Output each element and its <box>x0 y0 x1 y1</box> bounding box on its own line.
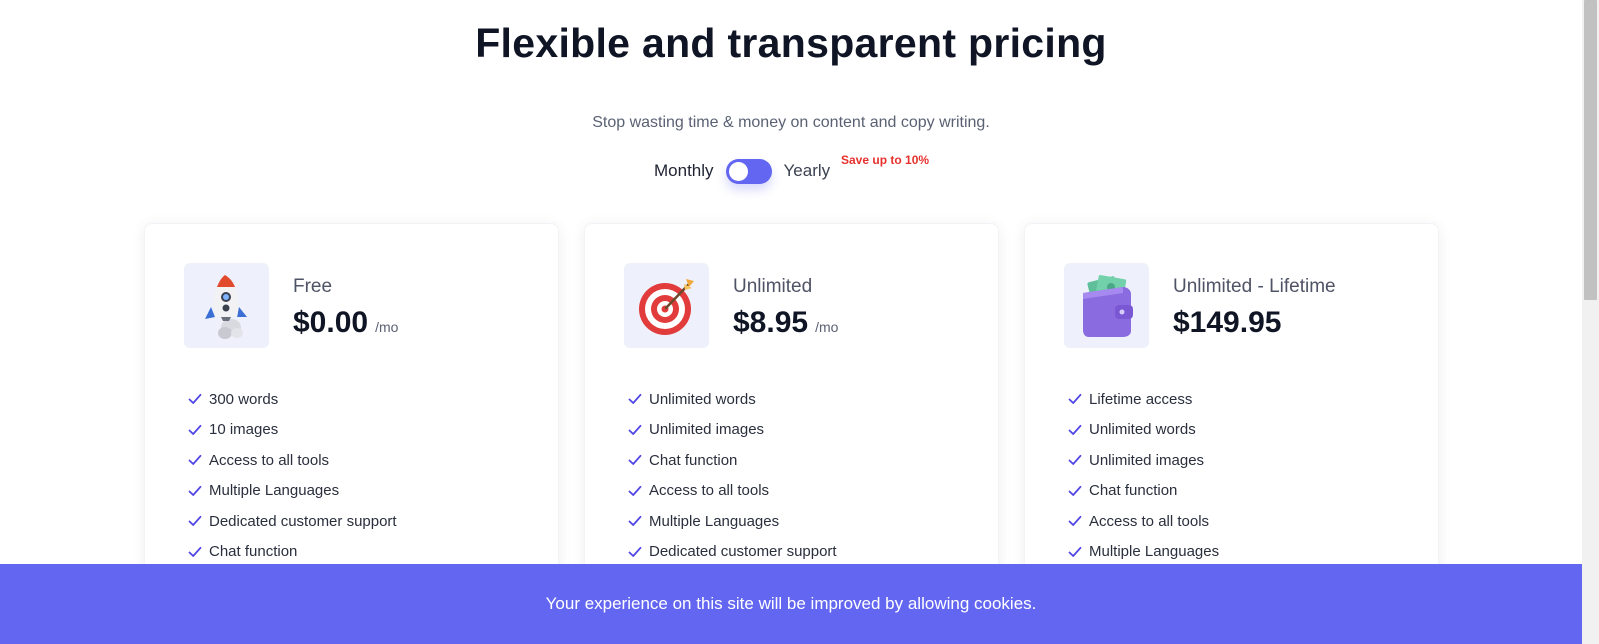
feature-label: Unlimited words <box>1089 421 1196 439</box>
check-icon <box>628 546 642 557</box>
check-icon <box>628 485 642 496</box>
scrollbar-thumb[interactable] <box>1584 0 1597 300</box>
plan-name: Unlimited <box>733 276 813 297</box>
feature-item: Chat function <box>188 537 397 568</box>
check-icon <box>188 485 202 496</box>
page-title: Flexible and transparent pricing <box>475 20 1107 66</box>
feature-label: Multiple Languages <box>1089 543 1220 561</box>
check-icon <box>628 424 642 435</box>
page-subtitle: Stop wasting time & money on content and… <box>592 114 990 131</box>
feature-label: Access to all tools <box>1089 512 1210 530</box>
feature-list: Lifetime access Unlimited words Unlimite… <box>1068 384 1219 567</box>
billing-period-switch[interactable] <box>725 158 772 184</box>
feature-item: Unlimited words <box>628 384 837 415</box>
feature-item: Unlimited images <box>628 415 837 446</box>
page-scrollbar[interactable] <box>1582 0 1599 644</box>
feature-label: Multiple Languages <box>209 482 340 500</box>
feature-item: 300 words <box>188 384 397 415</box>
plan-price: $149.95 <box>1173 306 1282 339</box>
feature-item: Access to all tools <box>628 476 837 507</box>
check-icon <box>628 394 642 405</box>
check-icon <box>1068 485 1082 496</box>
plan-name: Unlimited - Lifetime <box>1173 276 1336 297</box>
feature-item: Dedicated customer support <box>628 537 837 568</box>
feature-item: 10 images <box>188 415 397 446</box>
feature-label: Multiple Languages <box>649 512 780 530</box>
save-badge: Save up to 10% <box>841 153 930 167</box>
feature-item: Unlimited words <box>1068 415 1219 446</box>
feature-label: Chat function <box>209 543 298 561</box>
check-icon <box>1068 394 1082 405</box>
feature-list: 300 words 10 images Access to all tools … <box>188 384 397 567</box>
wallet-icon <box>1064 263 1149 348</box>
feature-list: Unlimited words Unlimited images Chat fu… <box>628 384 837 567</box>
feature-label: Chat function <box>1089 482 1178 500</box>
feature-item: Access to all tools <box>188 445 397 476</box>
check-icon <box>1068 455 1082 466</box>
target-icon <box>624 263 709 348</box>
check-icon <box>188 546 202 557</box>
feature-item: Chat function <box>628 445 837 476</box>
plan-price-row: $8.95 /mo <box>733 306 838 340</box>
feature-item: Multiple Languages <box>628 506 837 537</box>
plan-period: /mo <box>815 319 839 335</box>
switch-knob <box>728 161 748 181</box>
plan-price-row: $149.95 <box>1173 306 1281 340</box>
feature-label: Dedicated customer support <box>649 543 837 561</box>
check-icon <box>188 424 202 435</box>
check-icon <box>1068 546 1082 557</box>
feature-label: Chat function <box>649 451 738 469</box>
check-icon <box>628 516 642 527</box>
rocket-icon <box>184 263 269 348</box>
feature-label: Access to all tools <box>649 482 770 500</box>
feature-item: Access to all tools <box>1068 506 1219 537</box>
feature-label: 300 words <box>209 390 279 408</box>
plan-price: $0.00 <box>293 306 369 339</box>
check-icon <box>1068 424 1082 435</box>
check-icon <box>188 455 202 466</box>
check-icon <box>628 455 642 466</box>
billing-toggle: Monthly Yearly <box>654 156 830 186</box>
plan-name: Free <box>293 276 333 297</box>
plan-period: /mo <box>375 319 399 335</box>
pricing-page: Flexible and transparent pricing Stop wa… <box>0 0 1599 644</box>
cookie-banner-text: Your experience on this site will be imp… <box>545 594 1037 613</box>
yearly-label[interactable]: Yearly <box>784 161 831 181</box>
plan-price-row: $0.00 /mo <box>293 306 398 340</box>
feature-label: Dedicated customer support <box>209 512 397 530</box>
check-icon <box>188 394 202 405</box>
feature-label: Lifetime access <box>1089 390 1193 408</box>
feature-label: Unlimited images <box>1089 451 1205 469</box>
feature-item: Lifetime access <box>1068 384 1219 415</box>
check-icon <box>188 516 202 527</box>
feature-item: Chat function <box>1068 476 1219 507</box>
feature-label: Unlimited words <box>649 390 756 408</box>
feature-item: Multiple Languages <box>1068 537 1219 568</box>
cookie-banner: Your experience on this site will be imp… <box>0 564 1582 644</box>
feature-label: 10 images <box>209 421 279 439</box>
check-icon <box>1068 516 1082 527</box>
feature-item: Unlimited images <box>1068 445 1219 476</box>
feature-item: Dedicated customer support <box>188 506 397 537</box>
feature-label: Access to all tools <box>209 451 330 469</box>
plan-price: $8.95 <box>733 306 809 339</box>
feature-label: Unlimited images <box>649 421 765 439</box>
monthly-label[interactable]: Monthly <box>654 161 714 181</box>
feature-item: Multiple Languages <box>188 476 397 507</box>
